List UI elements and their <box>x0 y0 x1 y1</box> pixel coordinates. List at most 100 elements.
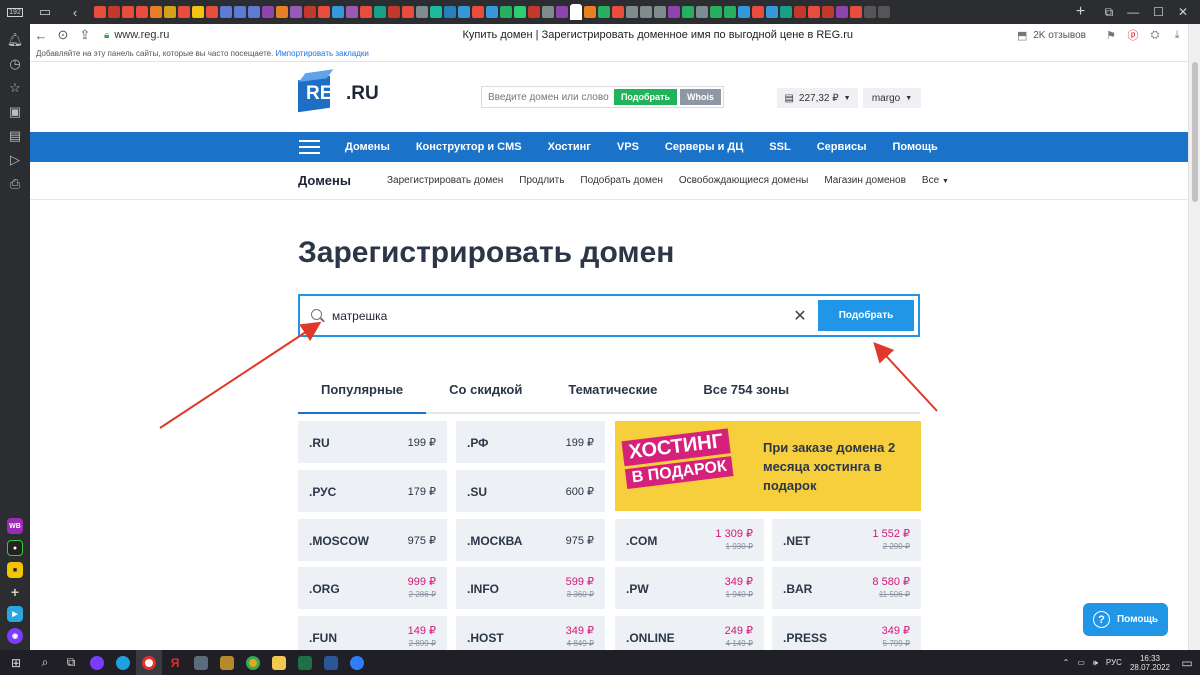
tab-favicon-icon[interactable] <box>346 6 358 18</box>
add-app-icon[interactable]: + <box>7 584 23 600</box>
tab-favicon-icon[interactable] <box>612 6 624 18</box>
domain-search-button[interactable]: Подобрать <box>818 300 914 331</box>
tab-favicon-icon[interactable] <box>500 6 512 18</box>
tab-favicon-icon[interactable] <box>528 6 540 18</box>
regru-logo[interactable]: REG .RU <box>298 75 379 113</box>
tab-favicon-icon[interactable] <box>836 6 848 18</box>
file-explorer-icon[interactable] <box>266 650 292 675</box>
tab-favicon-icon[interactable] <box>626 6 638 18</box>
tab-popular[interactable]: Популярные <box>298 372 427 414</box>
translate-icon[interactable]: ⬒ <box>1011 29 1033 42</box>
domain-zone-card[interactable]: .PW 349 ₽ 1 940 ₽ <box>615 567 764 609</box>
language-indicator[interactable]: РУС <box>1106 658 1122 667</box>
whois-button[interactable]: Whois <box>680 89 721 105</box>
video-icon[interactable]: ▷ <box>0 148 30 172</box>
subnav-all[interactable]: Все ▼ <box>922 175 949 186</box>
tab-favicon-icon[interactable] <box>108 6 120 18</box>
tab-favicon-icon[interactable] <box>318 6 330 18</box>
tab-favicon-icon[interactable] <box>696 6 708 18</box>
downloads-icon[interactable]: ⤓ <box>1166 29 1188 42</box>
tab-favicon-icon[interactable] <box>654 6 666 18</box>
tab-favicon-icon[interactable] <box>94 6 106 18</box>
tab-favicon-icon[interactable] <box>556 6 568 18</box>
network-icon[interactable]: ▭ <box>1077 658 1085 667</box>
tab-favicon-icon[interactable] <box>122 6 134 18</box>
header-search-input[interactable] <box>484 91 614 103</box>
bell-icon[interactable]: 🔔︎ <box>0 28 30 52</box>
tab-all-zones[interactable]: Все 754 зоны <box>680 372 812 412</box>
notifications-icon[interactable]: ▭ <box>1174 650 1200 675</box>
screenshot-icon[interactable]: ⎙ <box>0 172 30 196</box>
maps-app-icon[interactable]: ▶ <box>7 606 23 622</box>
tab-favicon-icon[interactable] <box>668 6 680 18</box>
subnav-expiring[interactable]: Освобождающиеся домены <box>679 175 808 186</box>
nav-item-help[interactable]: Помощь <box>893 141 938 153</box>
tab-favicon-icon[interactable] <box>332 6 344 18</box>
domain-zone-card[interactable]: .COM 1 309 ₽ 1 930 ₽ <box>615 519 764 561</box>
tab-thematic[interactable]: Тематические <box>545 372 680 412</box>
tab-discount[interactable]: Со скидкой <box>426 372 545 412</box>
help-button[interactable]: ? Помощь <box>1083 603 1168 636</box>
domain-zone-card[interactable]: .MOSCOW 975 ₽ <box>298 519 447 561</box>
balance-dropdown[interactable]: ▤ 227,32 ₽ ▼ <box>777 88 858 108</box>
subnav-renew[interactable]: Продлить <box>519 175 564 186</box>
tab-favicon-icon[interactable] <box>850 6 862 18</box>
domain-zone-card[interactable]: .NET 1 552 ₽ 2 290 ₽ <box>772 519 921 561</box>
tab-favicon-icon[interactable] <box>290 6 302 18</box>
task-view-icon[interactable]: ⧉ <box>58 650 84 675</box>
tab-favicon-icon[interactable] <box>752 6 764 18</box>
collections-icon[interactable]: ▣ <box>0 100 30 124</box>
tab-favicon-icon[interactable] <box>864 6 876 18</box>
edge-icon[interactable] <box>110 650 136 675</box>
tab-favicon-icon[interactable] <box>766 6 778 18</box>
clock[interactable]: 16:33 28.07.2022 <box>1130 654 1170 672</box>
tab-favicon-icon[interactable] <box>794 6 806 18</box>
lock-icon[interactable]: 🔒︎ <box>104 30 109 41</box>
tab-favicon-icon[interactable] <box>710 6 722 18</box>
tab-favicon-icon[interactable] <box>234 6 246 18</box>
user-dropdown[interactable]: margo ▼ <box>863 88 921 108</box>
close-window-icon[interactable]: ✕ <box>1178 5 1188 20</box>
domain-zone-card[interactable]: .РУС 179 ₽ <box>298 470 447 512</box>
tab-favicon-icon[interactable] <box>472 6 484 18</box>
bookmarks-star-icon[interactable]: ☆ <box>0 76 30 100</box>
hamburger-menu-icon[interactable] <box>299 140 320 154</box>
domain-zone-card[interactable]: .BAR 8 580 ₽ 11 506 ₽ <box>772 567 921 609</box>
excel-icon[interactable] <box>292 650 318 675</box>
game-icon[interactable] <box>214 650 240 675</box>
tab-favicon-icon[interactable] <box>206 6 218 18</box>
hosting-gift-promo[interactable]: ХОСТИНГ В ПОДАРОК При заказе домена 2 ме… <box>615 421 921 511</box>
share-icon[interactable]: ⇪ <box>74 27 96 43</box>
scrollbar-thumb[interactable] <box>1192 62 1198 202</box>
tab-favicon-icon[interactable] <box>808 6 820 18</box>
tab-favicon-icon[interactable] <box>444 6 456 18</box>
tab-favicon-icon[interactable] <box>598 6 610 18</box>
music-app-icon[interactable]: ● <box>7 540 23 556</box>
app-icon[interactable] <box>344 650 370 675</box>
nav-item-hosting[interactable]: Хостинг <box>548 141 591 153</box>
tab-favicon-icon[interactable] <box>822 6 834 18</box>
extension-icon[interactable]: ⛭ <box>1144 29 1166 42</box>
volume-icon[interactable]: 🕪︎ <box>1093 658 1098 668</box>
minimize-icon[interactable]: — <box>1127 5 1139 20</box>
tab-favicon-icon[interactable] <box>136 6 148 18</box>
yandex-browser-icon[interactable] <box>136 650 162 675</box>
domain-zone-card[interactable]: .INFO 599 ₽ 3 360 ₽ <box>456 567 605 609</box>
taskbar-search-icon[interactable]: ⌕ <box>32 650 58 675</box>
protect-icon[interactable]: ⊙ <box>52 27 74 43</box>
tab-favicon-icon[interactable] <box>724 6 736 18</box>
domain-zone-card[interactable]: .РФ 199 ₽ <box>456 421 605 463</box>
tab-favicon-icon[interactable] <box>304 6 316 18</box>
nav-item-vps[interactable]: VPS <box>617 141 639 153</box>
tab-favicon-icon[interactable] <box>430 6 442 18</box>
alice-taskbar-icon[interactable] <box>84 650 110 675</box>
tab-favicon-icon[interactable] <box>402 6 414 18</box>
tabs-scroll-left-icon[interactable]: ‹ <box>60 0 90 24</box>
tab-favicon-icon[interactable] <box>248 6 260 18</box>
nav-item-servers[interactable]: Серверы и ДЦ <box>665 141 743 153</box>
domain-zone-card[interactable]: .ORG 999 ₽ 2 286 ₽ <box>298 567 447 609</box>
tab-favicon-icon[interactable] <box>360 6 372 18</box>
domain-zone-card[interactable]: .SU 600 ₽ <box>456 470 605 512</box>
counter-widget-icon[interactable]: ▤ <box>0 124 30 148</box>
tab-manager-icon[interactable]: ▭ <box>30 0 60 24</box>
